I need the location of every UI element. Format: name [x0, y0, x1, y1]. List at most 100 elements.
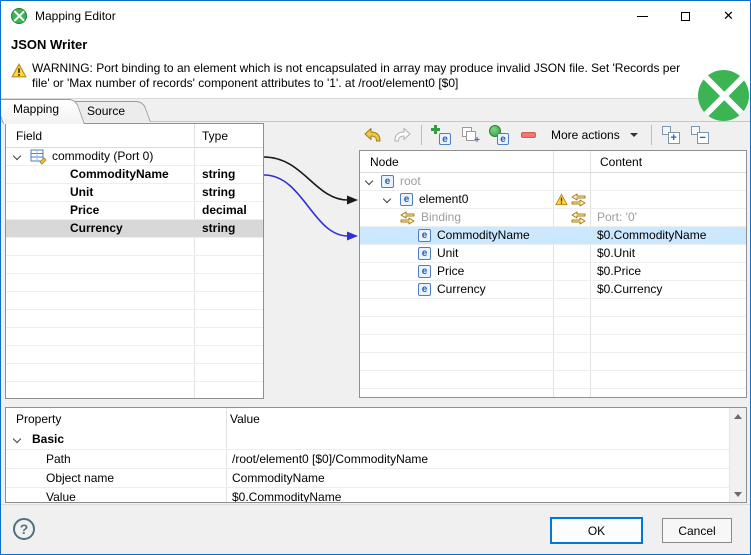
property-name: Value — [46, 490, 76, 503]
close-button[interactable]: ✕ — [707, 1, 750, 31]
field-row-selected[interactable]: Currency string — [6, 220, 263, 238]
clover-logo — [698, 70, 749, 121]
node-content: $0.Price — [597, 264, 642, 278]
tree-row-binding[interactable]: Binding Port: '0' — [360, 209, 746, 227]
add-wildcard-element-button[interactable] — [489, 125, 509, 145]
record-icon — [30, 149, 47, 165]
tab-bar: Mapping Source — [3, 99, 151, 122]
chevron-down-icon[interactable] — [12, 151, 22, 161]
node-label: Unit — [437, 246, 459, 260]
tree-row[interactable]: Unit $0.Unit — [360, 245, 746, 263]
mapping-arrows — [263, 156, 358, 241]
button-bar: OK Cancel — [1, 504, 750, 554]
empty-row — [360, 335, 746, 353]
node-label: Binding — [421, 210, 462, 224]
binding-icon — [400, 211, 415, 225]
node-content: $0.Currency — [597, 282, 663, 296]
field-row[interactable]: Price decimal — [6, 202, 263, 220]
empty-row — [6, 346, 263, 364]
empty-row — [360, 317, 746, 335]
tree-row-element0[interactable]: element0 — [360, 191, 746, 209]
empty-row — [360, 371, 746, 389]
undo-button[interactable] — [363, 125, 383, 145]
maximize-button[interactable] — [664, 1, 707, 31]
record-label: commodity (Port 0) — [52, 149, 154, 163]
toolbar-separator — [650, 125, 652, 145]
type-column-header: Type — [202, 129, 229, 143]
undo-icon — [364, 128, 381, 142]
empty-row — [6, 364, 263, 382]
more-actions-button[interactable]: More actions — [547, 125, 642, 145]
empty-row — [6, 328, 263, 346]
tree-row[interactable]: Price $0.Price — [360, 263, 746, 281]
tree-row-root[interactable]: root — [360, 173, 746, 191]
node-label: Price — [437, 264, 465, 278]
cancel-button[interactable]: Cancel — [662, 518, 732, 543]
ok-button[interactable]: OK — [550, 517, 643, 544]
tree-row[interactable]: Currency $0.Currency — [360, 281, 746, 299]
property-value: CommodityName — [232, 471, 325, 485]
chevron-down-icon[interactable] — [382, 194, 392, 204]
minimize-button[interactable] — [621, 1, 664, 31]
property-name: Object name — [46, 471, 115, 485]
record-root-row[interactable]: commodity (Port 0) — [6, 148, 263, 166]
property-row[interactable]: Object name CommodityName — [6, 468, 746, 487]
remove-button[interactable] — [518, 125, 538, 145]
node-content: $0.CommodityName — [597, 228, 707, 242]
redo-icon — [394, 128, 411, 142]
field-type: string — [202, 221, 236, 235]
collapse-all-button[interactable] — [690, 125, 710, 145]
property-row[interactable]: Value $0.CommodityName — [6, 487, 746, 503]
add-element-button[interactable] — [431, 125, 451, 145]
add-sibling-element-button[interactable] — [460, 125, 480, 145]
vertical-scrollbar[interactable] — [729, 408, 746, 502]
field-name: Price — [70, 203, 100, 217]
window-title: Mapping Editor — [35, 9, 116, 23]
element-icon — [439, 133, 451, 145]
value-column-header: Value — [230, 412, 260, 426]
help-button[interactable] — [13, 518, 35, 540]
app-clover-icon — [11, 8, 27, 24]
empty-row — [6, 292, 263, 310]
mapping-toolbar: More actions — [363, 122, 710, 148]
chevron-down-icon[interactable] — [12, 434, 22, 444]
page-title: JSON Writer — [11, 37, 88, 52]
property-name: Path — [46, 452, 71, 466]
chevron-down-icon[interactable] — [364, 176, 374, 186]
node-content: $0.Unit — [597, 246, 636, 260]
arrow-down-icon — [734, 491, 742, 497]
empty-row — [6, 310, 263, 328]
remove-icon — [520, 132, 536, 138]
scroll-down-button[interactable] — [730, 486, 746, 502]
binding-icon — [571, 211, 586, 225]
property-value: /root/element0 [$0]/CommodityName — [232, 452, 429, 466]
tab-mapping[interactable]: Mapping — [3, 99, 85, 122]
empty-row — [6, 274, 263, 292]
window-controls: ✕ — [621, 1, 750, 31]
node-tree-table: Node Content root element0 — [359, 150, 747, 398]
redo-button[interactable] — [392, 125, 412, 145]
field-type: string — [202, 167, 236, 181]
element-icon — [418, 229, 431, 242]
title-bar: Mapping Editor ✕ — [1, 1, 750, 31]
field-row[interactable]: Unit string — [6, 184, 263, 202]
tab-source[interactable]: Source — [77, 101, 151, 122]
warning-message: WARNING: Port binding to an element whic… — [32, 61, 681, 90]
content-column-header: Content — [600, 155, 643, 169]
scroll-up-button[interactable] — [730, 408, 746, 424]
warning-icon — [11, 63, 27, 78]
property-row[interactable]: Path /root/element0 [$0]/CommodityName — [6, 449, 746, 468]
property-panel: Property Value Basic Path /root/element0… — [5, 407, 747, 503]
field-name: Unit — [70, 185, 94, 199]
property-value: $0.CommodityName — [232, 490, 342, 503]
element-icon — [381, 175, 394, 188]
field-table: Field Type commodity (Port 0) CommodityN… — [5, 123, 264, 399]
element-icon — [418, 283, 431, 296]
field-row[interactable]: CommodityName string — [6, 166, 263, 184]
tree-row-selected[interactable]: CommodityName $0.CommodityName — [360, 227, 746, 245]
empty-row — [360, 353, 746, 371]
field-name: CommodityName — [70, 167, 169, 181]
expand-all-button[interactable] — [661, 125, 681, 145]
element-icon — [418, 247, 431, 260]
property-group-basic[interactable]: Basic — [6, 430, 746, 449]
